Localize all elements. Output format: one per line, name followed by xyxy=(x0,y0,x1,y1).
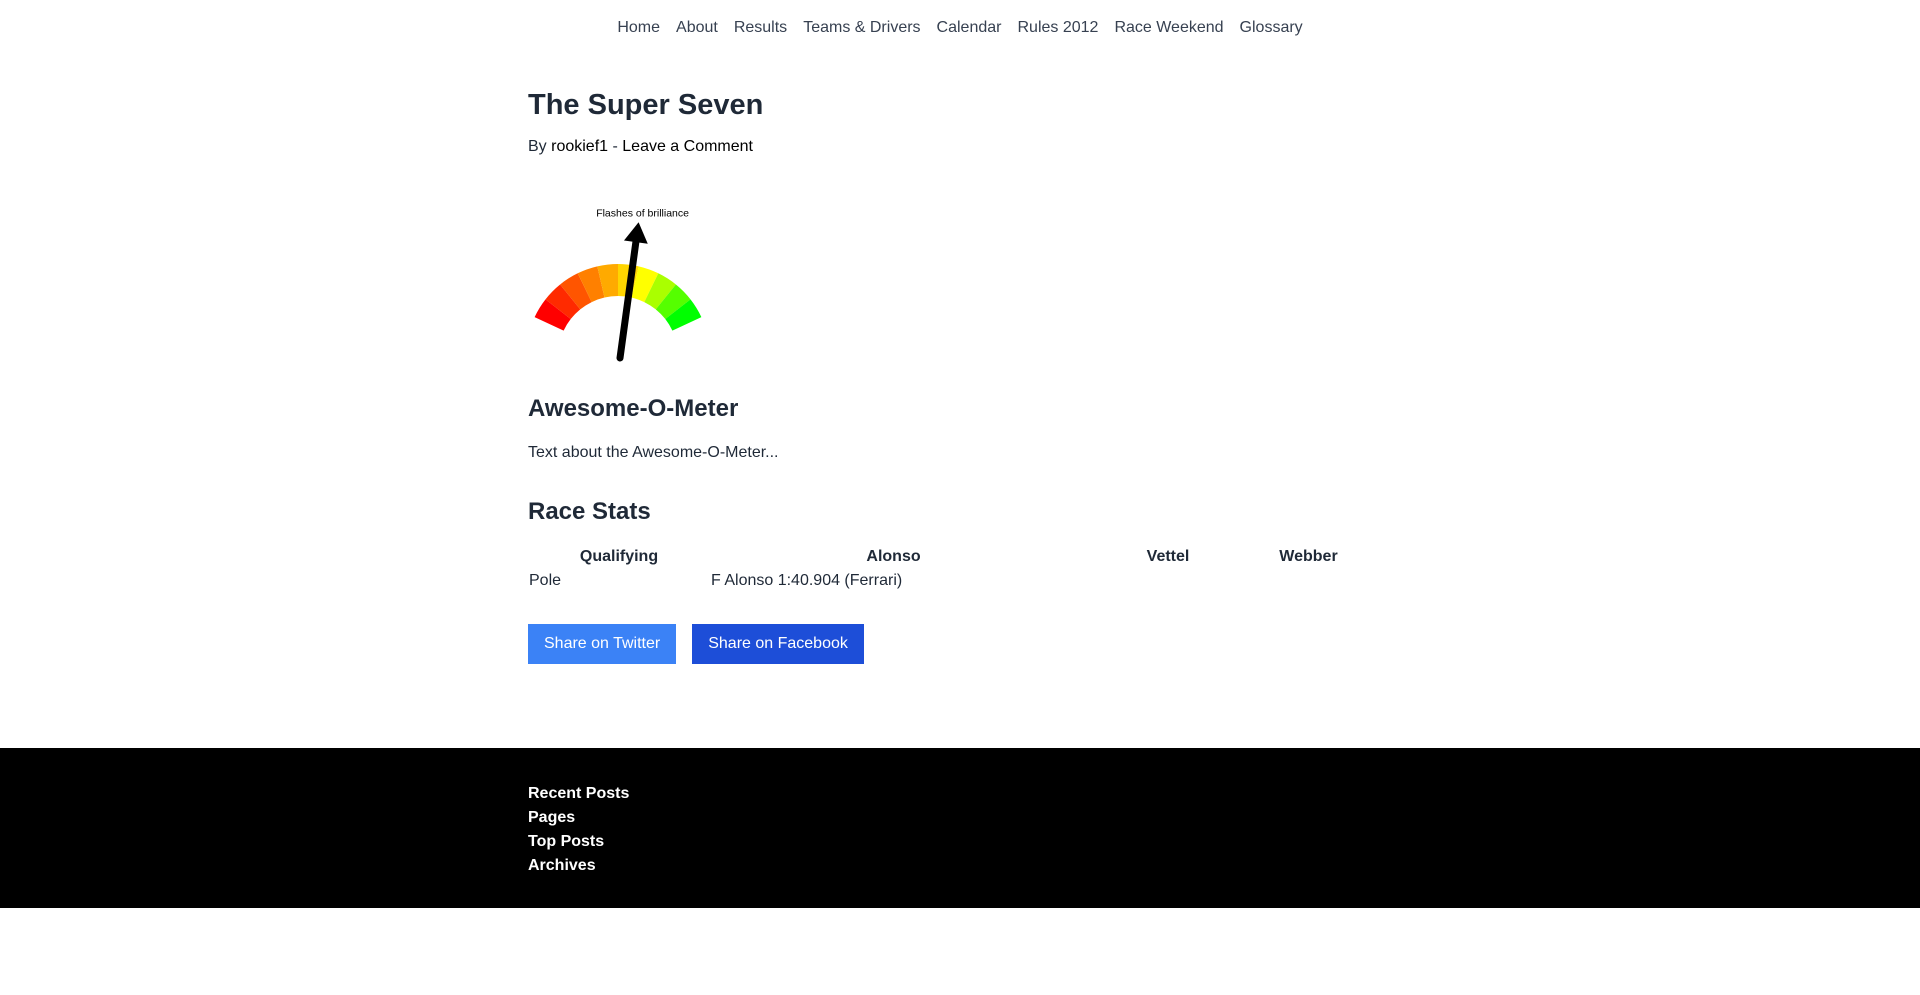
footer-archives[interactable]: Archives xyxy=(528,854,629,878)
post-content: The Super Seven By rookief1 - Leave a Co… xyxy=(528,56,1358,665)
post-title: The Super Seven xyxy=(528,89,764,121)
race-stats-table: Qualifying Alonso Vettel Webber Pole F A… xyxy=(528,546,1358,594)
nav-race-weekend[interactable]: Race Weekend xyxy=(1114,19,1223,37)
awesome-o-meter-gauge: Flashes of brilliance xyxy=(534,207,702,362)
stats-col-webber: Webber xyxy=(1279,548,1338,566)
stats-cell-alonso: F Alonso 1:40.904 (Ferrari) xyxy=(711,572,903,590)
leave-comment-link[interactable]: Leave a Comment xyxy=(622,138,753,155)
stats-cell-session: Pole xyxy=(529,572,562,590)
footer-top-posts[interactable]: Top Posts xyxy=(528,830,629,854)
nav-calendar[interactable]: Calendar xyxy=(937,19,1002,37)
stats-cell-webber xyxy=(1259,568,1358,594)
byline-separator: - xyxy=(608,137,623,155)
nav-rules-2012[interactable]: Rules 2012 xyxy=(1017,19,1098,37)
table-row: Pole F Alonso 1:40.904 (Ferrari) xyxy=(528,568,1358,594)
nav-home[interactable]: Home xyxy=(617,19,660,37)
stats-col-alonso: Alonso xyxy=(866,548,921,566)
nav-about[interactable]: About xyxy=(676,19,718,37)
nav-glossary[interactable]: Glossary xyxy=(1240,19,1303,37)
top-nav: Home About Results Teams & Drivers Calen… xyxy=(0,0,1920,56)
share-buttons: Share on Twitter Share on Facebook xyxy=(528,624,1358,665)
author-link[interactable]: rookief1 xyxy=(551,138,608,155)
share-facebook-button[interactable]: Share on Facebook xyxy=(692,624,864,665)
gauge-arc xyxy=(534,263,702,331)
byline-prefix: By xyxy=(528,137,552,155)
gauge-needle-arrowhead xyxy=(623,222,648,244)
footer-pages[interactable]: Pages xyxy=(528,806,629,830)
meter-heading: Awesome-O-Meter xyxy=(528,394,739,422)
footer-recent-posts[interactable]: Recent Posts xyxy=(528,782,629,806)
nav-teams-drivers[interactable]: Teams & Drivers xyxy=(803,19,920,37)
gauge-needle xyxy=(616,238,640,362)
footer-widget-list: Recent Posts Pages Top Posts Archives xyxy=(528,782,629,878)
stats-col-qualifying: Qualifying xyxy=(579,548,659,566)
stats-header-row: Qualifying Alonso Vettel Webber xyxy=(528,546,1358,568)
site-footer: Recent Posts Pages Top Posts Archives xyxy=(0,748,1920,908)
share-twitter-button[interactable]: Share on Twitter xyxy=(528,624,677,665)
stats-cell-vettel xyxy=(1077,568,1259,594)
post-byline: By rookief1 - Leave a Comment xyxy=(528,138,1358,156)
meter-text: Text about the Awesome-O-Meter... xyxy=(528,443,779,461)
gauge-label: Flashes of brilliance xyxy=(596,207,689,219)
stats-col-vettel: Vettel xyxy=(1146,548,1190,566)
nav-results[interactable]: Results xyxy=(734,19,787,37)
race-stats-heading: Race Stats xyxy=(528,497,651,525)
